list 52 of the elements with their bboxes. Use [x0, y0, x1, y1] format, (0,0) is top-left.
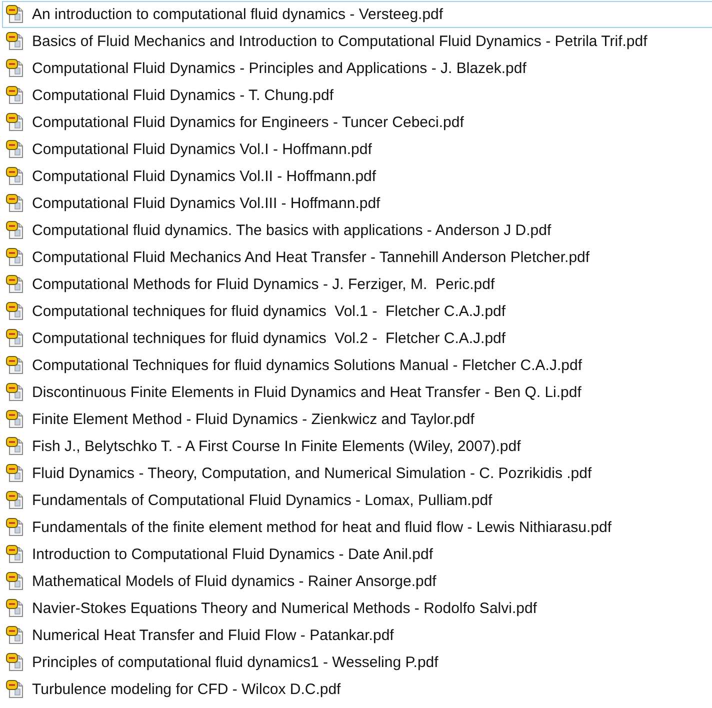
file-list-item[interactable]: Mathematical Models of Fluid dynamics - Rainer Ansorge.pdf	[2, 568, 712, 595]
file-icon	[6, 383, 24, 402]
file-icon	[6, 653, 24, 672]
file-list-item[interactable]: Computational fluid dynamics. The basics with applications - Anderson J D.pdf	[2, 217, 712, 244]
file-icon	[6, 5, 24, 24]
file-list-item[interactable]: Finite Element Method - Fluid Dynamics - Zienkwicz and Taylor.pdf	[2, 406, 712, 433]
file-list-item[interactable]: Computational Fluid Mechanics And Heat Transfer - Tannehill Anderson Pletcher.pdf	[2, 244, 712, 271]
file-list-item[interactable]: Introduction to Computational Fluid Dynamics - Date Anil.pdf	[2, 541, 712, 568]
file-icon	[6, 140, 24, 159]
file-list-item[interactable]: Turbulence modeling for CFD - Wilcox D.C.pdf	[2, 676, 712, 703]
file-list-item[interactable]: Computational Fluid Dynamics Vol.I - Hoffmann.pdf	[2, 136, 712, 163]
file-icon	[6, 680, 24, 699]
file-list-item[interactable]: Numerical Heat Transfer and Fluid Flow - Patankar.pdf	[2, 622, 712, 649]
file-icon	[6, 113, 24, 132]
file-list-item[interactable]: Computational Methods for Fluid Dynamics - J. Ferziger, M. Peric.pdf	[2, 271, 712, 298]
file-icon	[6, 437, 24, 456]
file-icon	[6, 86, 24, 105]
file-list-item[interactable]: Computational Fluid Dynamics Vol.II - Hoffmann.pdf	[2, 163, 712, 190]
file-list-item[interactable]: Navier-Stokes Equations Theory and Numerical Methods - Rodolfo Salvi.pdf	[2, 595, 712, 622]
file-list-item[interactable]: Computational techniques for fluid dynamics Vol.1 - Fletcher C.A.J.pdf	[2, 298, 712, 325]
file-list-item[interactable]: Fluid Dynamics - Theory, Computation, and Numerical Simulation - C. Pozrikidis .pdf	[2, 460, 712, 487]
file-list-item[interactable]: Computational Fluid Dynamics for Engineers - Tuncer Cebeci.pdf	[2, 109, 712, 136]
file-list-item[interactable]: Fundamentals of the finite element method for heat and fluid flow - Lewis Nithiarasu.pdf	[2, 514, 712, 541]
file-list-item[interactable]: An introduction to computational fluid dynamics - Versteeg.pdf	[2, 1, 712, 28]
file-icon	[6, 356, 24, 375]
file-list-item[interactable]: Fundamentals of Computational Fluid Dynamics - Lomax, Pulliam.pdf	[2, 487, 712, 514]
file-icon	[6, 248, 24, 267]
file-icon	[6, 572, 24, 591]
file-icon	[6, 626, 24, 645]
file-list-item[interactable]: Discontinuous Finite Elements in Fluid Dynamics and Heat Transfer - Ben Q. Li.pdf	[2, 379, 712, 406]
file-icon	[6, 275, 24, 294]
file-icon	[6, 329, 24, 348]
file-icon	[6, 410, 24, 429]
file-list-item[interactable]: Computational Fluid Dynamics - Principles and Applications - J. Blazek.pdf	[2, 55, 712, 82]
file-icon	[6, 491, 24, 510]
file-list-item[interactable]: Computational techniques for fluid dynamics Vol.2 - Fletcher C.A.J.pdf	[2, 325, 712, 352]
file-icon	[6, 32, 24, 51]
file-icon	[6, 59, 24, 78]
file-icon	[6, 302, 24, 321]
file-list-item[interactable]: Principles of computational fluid dynamics1 - Wesseling P.pdf	[2, 649, 712, 676]
file-list-item[interactable]: Computational Techniques for fluid dynamics Solutions Manual - Fletcher C.A.J.pdf	[2, 352, 712, 379]
file-icon	[6, 194, 24, 213]
file-icon	[6, 545, 24, 564]
file-icon	[6, 464, 24, 483]
file-icon	[6, 518, 24, 537]
file-list-item[interactable]: Fish J., Belytschko T. - A First Course In Finite Elements (Wiley, 2007).pdf	[2, 433, 712, 460]
file-icon	[6, 167, 24, 186]
file-list-item[interactable]: Computational Fluid Dynamics - T. Chung.pdf	[2, 82, 712, 109]
file-icon	[6, 221, 24, 240]
file-list-item[interactable]: Computational Fluid Dynamics Vol.III - Hoffmann.pdf	[2, 190, 712, 217]
file-icon	[6, 599, 24, 618]
file-list-item[interactable]: Basics of Fluid Mechanics and Introduction to Computational Fluid Dynamics - Petrila Trif.pdf	[2, 28, 712, 55]
